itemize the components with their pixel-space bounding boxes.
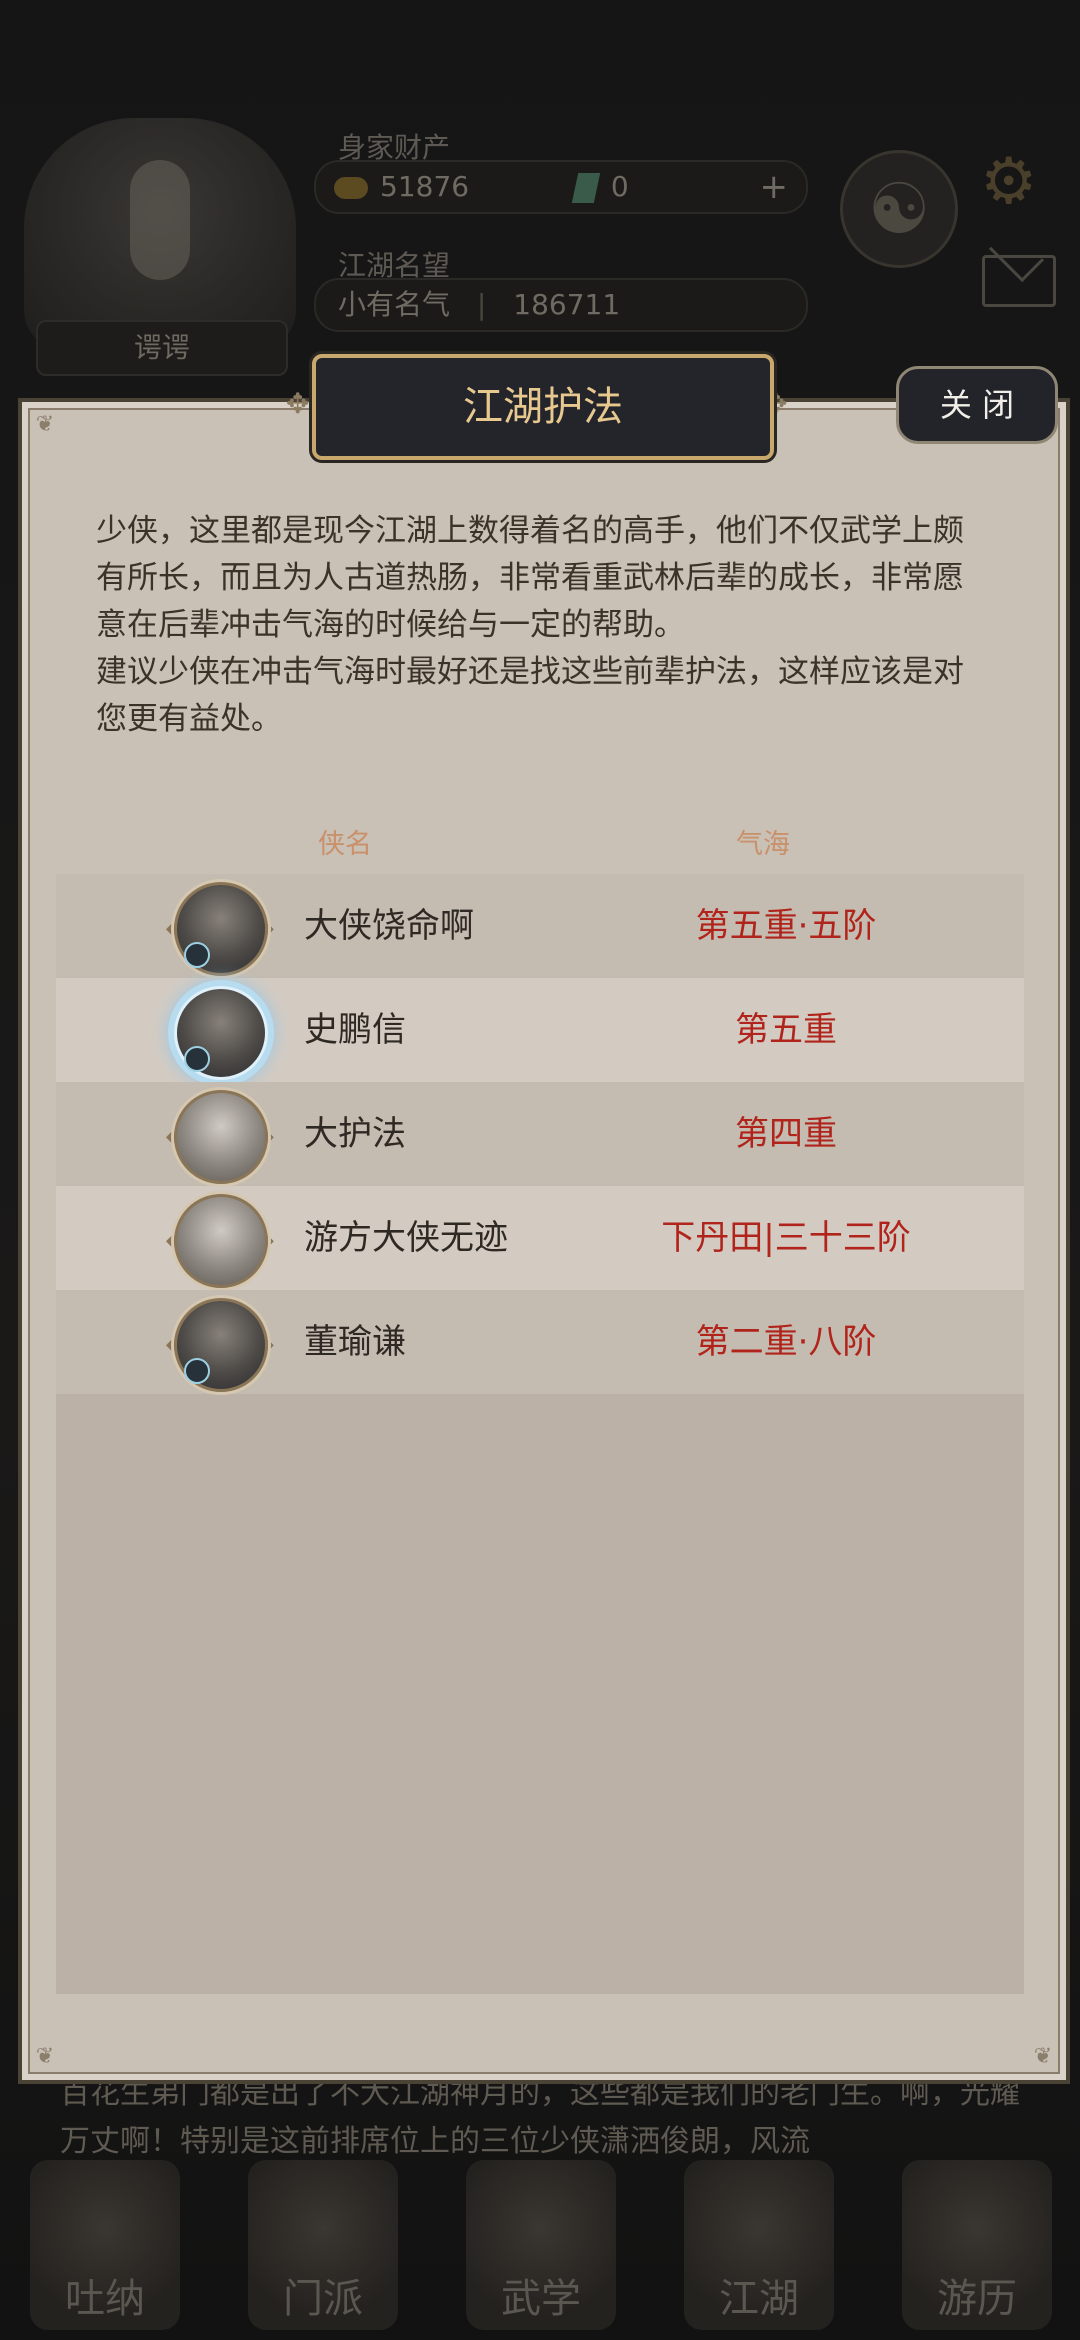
nav-item-menpai[interactable]: 门派 (248, 2160, 398, 2330)
guardian-table: ◆ ◆ 大侠饶命啊 第五重·五阶 史鹏信 第五重 ◆ ◆ 大护法 第四重 ◆ ◆… (56, 874, 1024, 1994)
reputation-bar: 小有名气 | 186711 (314, 278, 808, 332)
hero-name: 游方大侠无迹 (304, 1218, 508, 1258)
corner-ornament: ❦ (1033, 2044, 1053, 2069)
player-name: 谔谔 (36, 320, 288, 376)
table-row[interactable]: ◆ ◆ 大侠饶命啊 第五重·五阶 (56, 874, 1024, 978)
table-row[interactable]: ◆ ◆ 大护法 第四重 (56, 1082, 1024, 1186)
hero-name: 大侠饶命啊 (304, 906, 474, 946)
table-row[interactable]: ◆ ◆ 游方大侠无迹 下丹田|三十三阶 (56, 1186, 1024, 1290)
gold-coin-icon (334, 177, 368, 199)
description-paragraph-1: 少侠，这里都是现今江湖上数得着名的高手，他们不仅武学上颇有所长，而且为人古道热肠… (96, 513, 964, 643)
dialog-title: 江湖护法 (312, 354, 774, 460)
dialog-description: 少侠，这里都是现今江湖上数得着名的高手，他们不仅武学上颇有所长，而且为人古道热肠… (96, 508, 986, 743)
player-portrait-figure (130, 160, 190, 280)
nav-item-wuxue[interactable]: 武学 (466, 2160, 616, 2330)
hero-qihai-level: 第二重·八阶 (695, 1322, 877, 1362)
coin-amount: 51876 (380, 170, 470, 203)
hero-qihai-level: 第四重 (735, 1114, 837, 1154)
hero-name: 董瑜谦 (304, 1322, 406, 1362)
nav-item-youli[interactable]: 游历 (902, 2160, 1052, 2330)
reputation-title: 小有名气 (338, 288, 451, 321)
avatar[interactable] (174, 1090, 268, 1184)
gear-icon[interactable]: ⚙ (980, 145, 1037, 219)
column-header-level: 气海 (736, 829, 790, 860)
nav-item-jianghu[interactable]: 江湖 (684, 2160, 834, 2330)
sect-badge-icon (184, 942, 210, 968)
corner-ornament: ❦ (35, 2044, 55, 2069)
bottom-navigation: 吐纳 门派 武学 江湖 游历 (0, 2140, 1080, 2340)
hero-qihai-level: 第五重 (735, 1010, 837, 1050)
hero-name: 史鹏信 (304, 1010, 406, 1050)
avatar[interactable] (174, 1194, 268, 1288)
description-paragraph-2: 建议少侠在冲击气海时最好还是找这些前辈护法，这样应该是对您更有益处。 (96, 654, 964, 737)
table-row[interactable]: ◆ ◆ 董瑜谦 第二重·八阶 (56, 1290, 1024, 1394)
hero-qihai-level: 第五重·五阶 (695, 906, 877, 946)
mail-icon[interactable] (982, 255, 1056, 307)
corner-ornament: ❦ (35, 412, 55, 437)
currency-bar: 51876 0 + (314, 160, 808, 214)
reputation-value: 186711 (513, 288, 621, 321)
taiji-button[interactable] (840, 150, 958, 268)
table-row[interactable]: 史鹏信 第五重 (56, 978, 1024, 1082)
title-ornament-left: ✥ (286, 387, 310, 420)
column-header-name: 侠名 (318, 829, 372, 860)
hero-name: 大护法 (304, 1114, 406, 1154)
sect-badge-icon (184, 1358, 210, 1384)
add-currency-button[interactable]: + (760, 162, 789, 212)
jade-icon (571, 173, 601, 203)
gem-amount: 0 (610, 170, 629, 203)
nav-item-tuna[interactable]: 吐纳 (30, 2160, 180, 2330)
sect-badge-icon (184, 1046, 210, 1072)
hero-qihai-level: 下丹田|三十三阶 (661, 1218, 911, 1258)
close-button[interactable]: 关 闭 (896, 366, 1058, 444)
